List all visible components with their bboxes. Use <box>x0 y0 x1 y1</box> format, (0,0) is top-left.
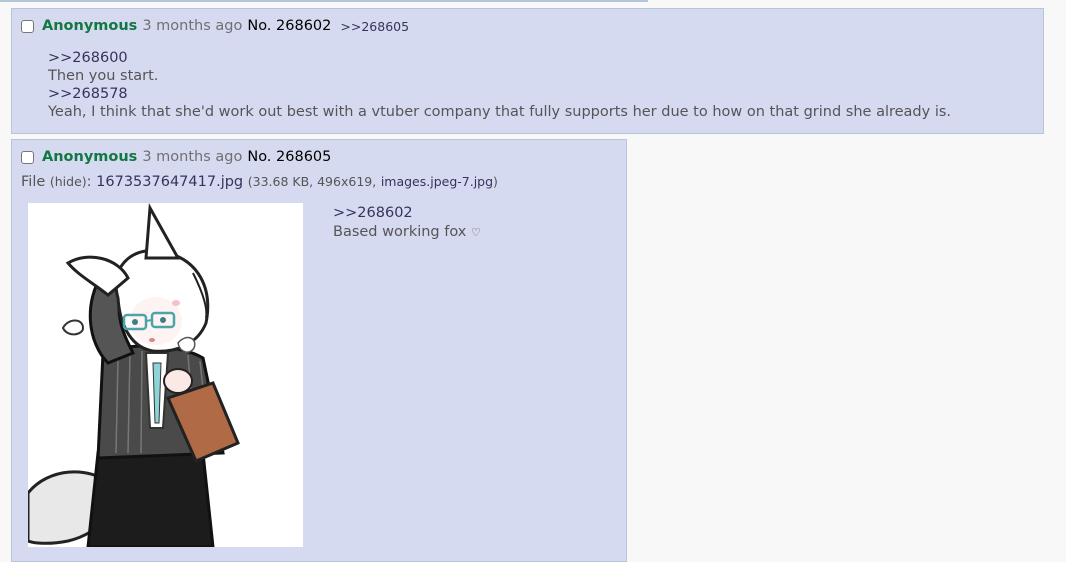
post-select-checkbox[interactable] <box>21 150 34 164</box>
file-meta: (33.68 KB, 496x619, <box>247 174 377 189</box>
post-time: 3 months ago <box>142 149 243 165</box>
poster-name: Anonymous <box>42 18 138 34</box>
message-line: Yeah, I think that she'd work out best w… <box>48 104 952 120</box>
fox-girl-illustration <box>28 203 303 547</box>
reply-post: Anonymous 3 months ago No. 268605 File (… <box>11 139 627 562</box>
original-file-name[interactable]: images.jpeg-7.jpg <box>381 174 493 189</box>
message-text: Based working fox <box>333 224 467 240</box>
top-divider <box>0 0 648 2</box>
quote-link[interactable]: >>268602 <box>333 204 481 223</box>
post-number-link[interactable]: No. 268605 <box>247 149 331 165</box>
post-thumbnail[interactable] <box>28 203 303 547</box>
file-label: File <box>21 174 46 190</box>
hide-file-link[interactable]: (hide) <box>50 174 87 189</box>
message-line: Then you start. <box>48 68 159 84</box>
poster-name: Anonymous <box>42 149 138 165</box>
post-time: 3 months ago <box>142 18 243 34</box>
post-message: >>268600 Then you start. >>268578 Yeah, … <box>48 49 951 121</box>
file-name-link[interactable]: 1673537647417.jpg <box>96 174 243 190</box>
post-message: >>268602 Based working fox ♡ <box>333 204 481 242</box>
post-select-checkbox[interactable] <box>21 19 34 33</box>
post-header: Anonymous 3 months ago No. 268605 <box>21 147 340 167</box>
backlink[interactable]: >>268605 <box>340 19 409 34</box>
post-number-link[interactable]: No. 268602 <box>247 18 331 34</box>
file-info: File (hide): 1673537647417.jpg (33.68 KB… <box>21 174 498 190</box>
quote-link[interactable]: >>268578 <box>48 85 951 103</box>
heart-icon: ♡ <box>470 226 481 239</box>
message-line: Based working fox ♡ <box>333 223 481 242</box>
file-separator: : <box>86 174 92 190</box>
file-meta-close: ) <box>493 174 498 189</box>
post-header: Anonymous 3 months ago No. 268602 >>2686… <box>21 16 409 36</box>
quote-link[interactable]: >>268600 <box>48 49 951 67</box>
reply-post: Anonymous 3 months ago No. 268602 >>2686… <box>11 8 1044 134</box>
